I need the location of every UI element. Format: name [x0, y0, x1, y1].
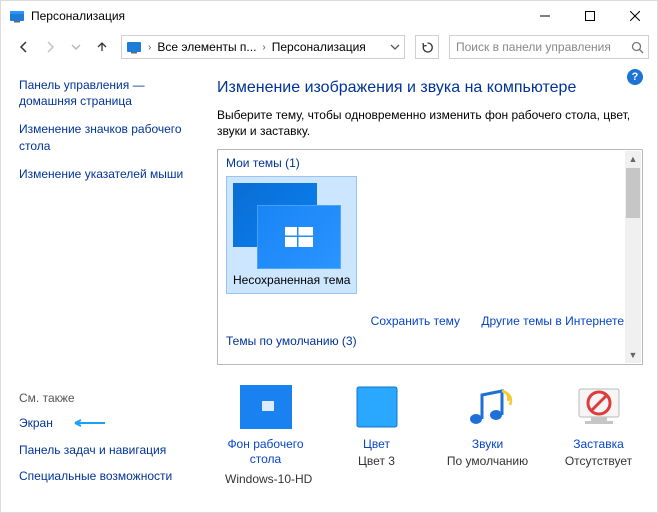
- sidebar: Панель управления — домашняя страница Из…: [1, 63, 211, 512]
- control-panel-home-link[interactable]: Панель управления — домашняя страница: [19, 77, 199, 109]
- change-mouse-pointers-link[interactable]: Изменение указателей мыши: [19, 166, 199, 182]
- page-description: Выберите тему, чтобы одновременно измени…: [217, 107, 643, 139]
- desktop-background-item[interactable]: Фон рабочего стола: [223, 381, 308, 468]
- chevron-right-icon[interactable]: ›: [146, 42, 153, 53]
- theme-name-label: Несохраненная тема: [233, 273, 350, 287]
- window-body: Панель управления — домашняя страница Из…: [1, 63, 657, 512]
- titlebar: Персонализация: [1, 1, 657, 31]
- desktop-background-icon: [240, 381, 292, 433]
- ease-of-access-link[interactable]: Специальные возможности: [19, 468, 199, 484]
- windows-logo-icon: [285, 227, 313, 247]
- scroll-up-button[interactable]: ▲: [625, 151, 641, 167]
- color-icon: [351, 381, 403, 433]
- more-themes-online-link[interactable]: Другие темы в Интернете: [481, 314, 624, 328]
- control-panel-icon: [126, 39, 142, 55]
- screensaver-title: Заставка: [556, 437, 641, 451]
- sounds-title: Звуки: [445, 437, 530, 451]
- default-themes-heading: Темы по умолчанию (3): [226, 334, 642, 348]
- minimize-button[interactable]: [522, 1, 567, 31]
- breadcrumb-segment-1[interactable]: Все элементы п...: [157, 40, 256, 54]
- close-button[interactable]: [612, 1, 657, 31]
- display-link-label: Экран: [19, 416, 53, 430]
- search-input[interactable]: [454, 39, 631, 55]
- change-desktop-icons-link[interactable]: Изменение значков рабочего стола: [19, 121, 199, 153]
- color-subtitle: Цвет 3: [334, 454, 419, 468]
- window-title: Персонализация: [31, 9, 125, 23]
- screensaver-item[interactable]: Заставка Отсутствует: [556, 381, 641, 467]
- see-also-section: См. также Экран Панель задач и навигация…: [19, 391, 201, 502]
- desktop-background-subtitle: Windows-10-HD: [217, 472, 643, 486]
- sounds-icon: [462, 381, 514, 433]
- app-icon: [9, 8, 25, 24]
- desktop-background-title: Фон рабочего стола: [223, 437, 308, 466]
- theme-thumbnail: [233, 183, 341, 269]
- search-box[interactable]: [449, 35, 649, 59]
- address-dropdown[interactable]: [390, 42, 400, 52]
- sounds-item[interactable]: Звуки По умолчанию: [445, 381, 530, 467]
- taskbar-navigation-link[interactable]: Панель задач и навигация: [19, 442, 199, 458]
- my-themes-heading: Мои темы (1): [226, 156, 642, 170]
- theme-actions: Сохранить тему Другие темы в Интернете: [226, 314, 642, 328]
- see-also-heading: См. также: [19, 391, 201, 405]
- scroll-down-button[interactable]: ▼: [625, 347, 641, 363]
- navigation-bar: › Все элементы п... › Персонализация: [1, 31, 657, 63]
- breadcrumb-segment-2[interactable]: Персонализация: [272, 40, 366, 54]
- up-button[interactable]: [91, 36, 113, 58]
- annotation-arrow-icon: [73, 418, 109, 428]
- personalization-options-row: Фон рабочего стола Цвет Цвет 3: [217, 381, 643, 468]
- scroll-thumb[interactable]: [626, 168, 640, 218]
- help-icon[interactable]: ?: [627, 69, 643, 85]
- maximize-button[interactable]: [567, 1, 612, 31]
- scrollbar[interactable]: ▲ ▼: [625, 151, 641, 363]
- window-controls: [522, 1, 657, 31]
- page-title: Изменение изображения и звука на компьют…: [217, 79, 643, 97]
- search-icon: [631, 41, 644, 54]
- recent-locations-button[interactable]: [65, 36, 87, 58]
- personalization-window: Персонализация › Все элементы п... › Пе: [0, 0, 658, 513]
- forward-button[interactable]: [39, 36, 61, 58]
- themes-panel: Мои темы (1) Несохраненная тема Сохранит…: [217, 149, 643, 365]
- theme-item-unsaved[interactable]: Несохраненная тема: [226, 176, 357, 294]
- chevron-right-icon[interactable]: ›: [260, 42, 267, 53]
- back-button[interactable]: [13, 36, 35, 58]
- address-bar[interactable]: › Все элементы п... › Персонализация: [121, 35, 405, 59]
- screensaver-icon: [573, 381, 625, 433]
- color-item[interactable]: Цвет Цвет 3: [334, 381, 419, 467]
- save-theme-link[interactable]: Сохранить тему: [371, 314, 460, 328]
- screensaver-subtitle: Отсутствует: [556, 454, 641, 468]
- sounds-subtitle: По умолчанию: [445, 454, 530, 468]
- color-title: Цвет: [334, 437, 419, 451]
- refresh-button[interactable]: [415, 35, 439, 59]
- main-content: ? Изменение изображения и звука на компь…: [211, 63, 657, 512]
- display-link[interactable]: Экран: [19, 415, 199, 431]
